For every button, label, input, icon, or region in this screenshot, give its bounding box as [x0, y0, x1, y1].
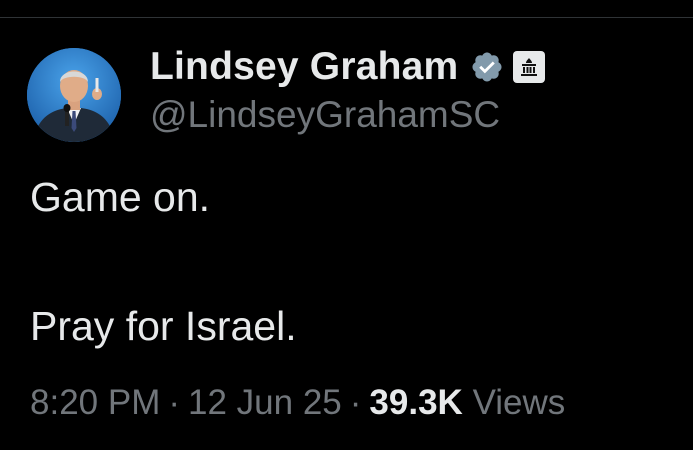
- tweet-text-line: Game on.: [30, 174, 211, 220]
- tweet-date[interactable]: 12 Jun 25: [188, 383, 342, 422]
- tweet-meta: 8:20 PM · 12 Jun 25 · 39.3K Views: [30, 383, 565, 423]
- meta-separator: ·: [168, 383, 181, 422]
- author-display-name[interactable]: Lindsey Graham: [150, 45, 458, 89]
- author-handle[interactable]: @LindseyGrahamSC: [150, 94, 500, 136]
- tweet-text-line: Pray for Israel.: [30, 303, 297, 349]
- meta-separator: ·: [349, 383, 362, 422]
- tweet: Lindsey Graham @LindseyGrahamSC Game on.…: [0, 0, 693, 450]
- views-label: Views: [472, 383, 566, 422]
- avatar-photo-icon: [27, 48, 121, 142]
- tweet-time[interactable]: 8:20 PM: [30, 383, 160, 422]
- author-name-row: Lindsey Graham: [150, 44, 546, 90]
- verified-badge-icon[interactable]: [470, 50, 504, 84]
- views-count: 39.3K: [369, 383, 463, 422]
- government-building-icon[interactable]: [513, 51, 546, 83]
- avatar[interactable]: [27, 48, 121, 142]
